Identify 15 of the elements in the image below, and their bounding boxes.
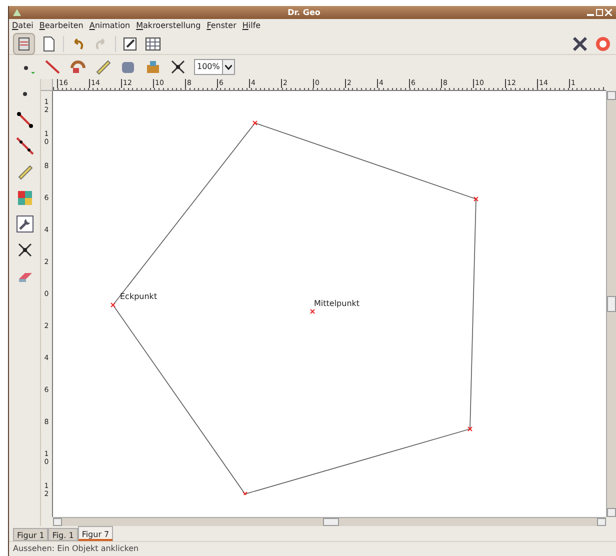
point-label: Mittelpunkt — [314, 298, 360, 310]
menu-item[interactable]: Hilfe — [242, 20, 261, 32]
figure-tab[interactable]: Fig. 1 — [48, 528, 78, 541]
zoom-select[interactable]: 100% — [194, 59, 235, 75]
menu-item[interactable]: Datei — [12, 20, 34, 32]
menu-item[interactable]: Fenster — [206, 20, 236, 32]
window-title: Dr. Geo — [286, 6, 322, 18]
menu-item[interactable]: Animation — [89, 20, 130, 32]
figure-tab[interactable]: Figur 1 — [13, 528, 48, 541]
status-text: Aussehen: Ein Objekt anklicken — [13, 543, 139, 555]
point-label: Eckpunkt — [120, 291, 158, 303]
menu-item[interactable]: Bearbeiten — [39, 20, 84, 32]
menu-item[interactable]: Makroerstellung — [136, 20, 201, 32]
figure-tab[interactable]: Figur 7 — [78, 526, 114, 541]
drawing-canvas[interactable]: Eckpunkt Mittelpunkt — [53, 91, 606, 517]
